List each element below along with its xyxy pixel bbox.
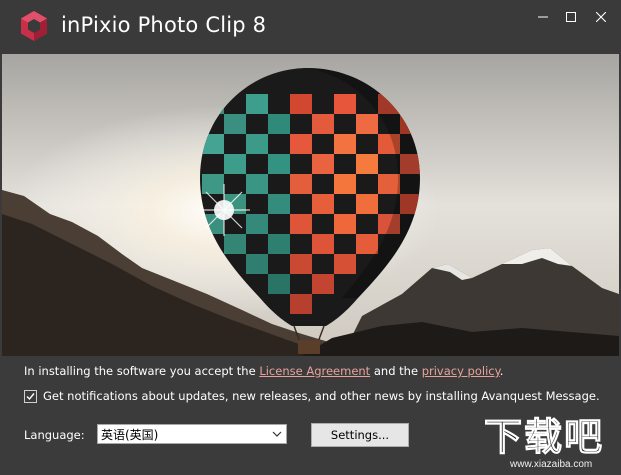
maximize-button[interactable] (556, 6, 586, 28)
watermark-logo-text: 下载吧 (483, 415, 605, 459)
app-title: inPixio Photo Clip 8 (61, 13, 267, 37)
language-selected-value: 英语(英国) (101, 427, 159, 442)
license-agreement-link[interactable]: License Agreement (259, 364, 370, 378)
maximize-icon (566, 12, 576, 22)
notifications-option[interactable]: Get notifications about updates, new rel… (24, 389, 600, 403)
title-bar: inPixio Photo Clip 8 (0, 0, 621, 54)
checkmark-icon (26, 392, 35, 400)
hot-air-balloon-illustration (2, 54, 619, 356)
consent-prefix: In installing the software you accept th… (24, 364, 260, 378)
notifications-checkbox[interactable] (24, 389, 37, 403)
settings-button[interactable]: Settings... (311, 423, 409, 447)
language-select[interactable]: 英语(英国) (97, 424, 287, 444)
chevron-down-icon (272, 431, 282, 437)
consent-middle: and the (370, 364, 422, 378)
consent-suffix: . (499, 364, 504, 378)
privacy-policy-link[interactable]: privacy policy (422, 364, 500, 378)
close-button[interactable] (586, 6, 616, 28)
minimize-icon (538, 16, 548, 18)
watermark-url: www.xiazaiba.com (510, 459, 593, 470)
language-label: Language: (24, 428, 85, 442)
inpixio-logo-icon (21, 11, 47, 41)
notifications-label: Get notifications about updates, new rel… (43, 389, 600, 403)
watermark: 下载吧 www.xiazaiba.com (483, 415, 621, 475)
hero-image (2, 54, 619, 356)
minimize-button[interactable] (528, 6, 558, 28)
close-icon (596, 12, 606, 22)
license-consent-text: In installing the software you accept th… (24, 364, 503, 378)
